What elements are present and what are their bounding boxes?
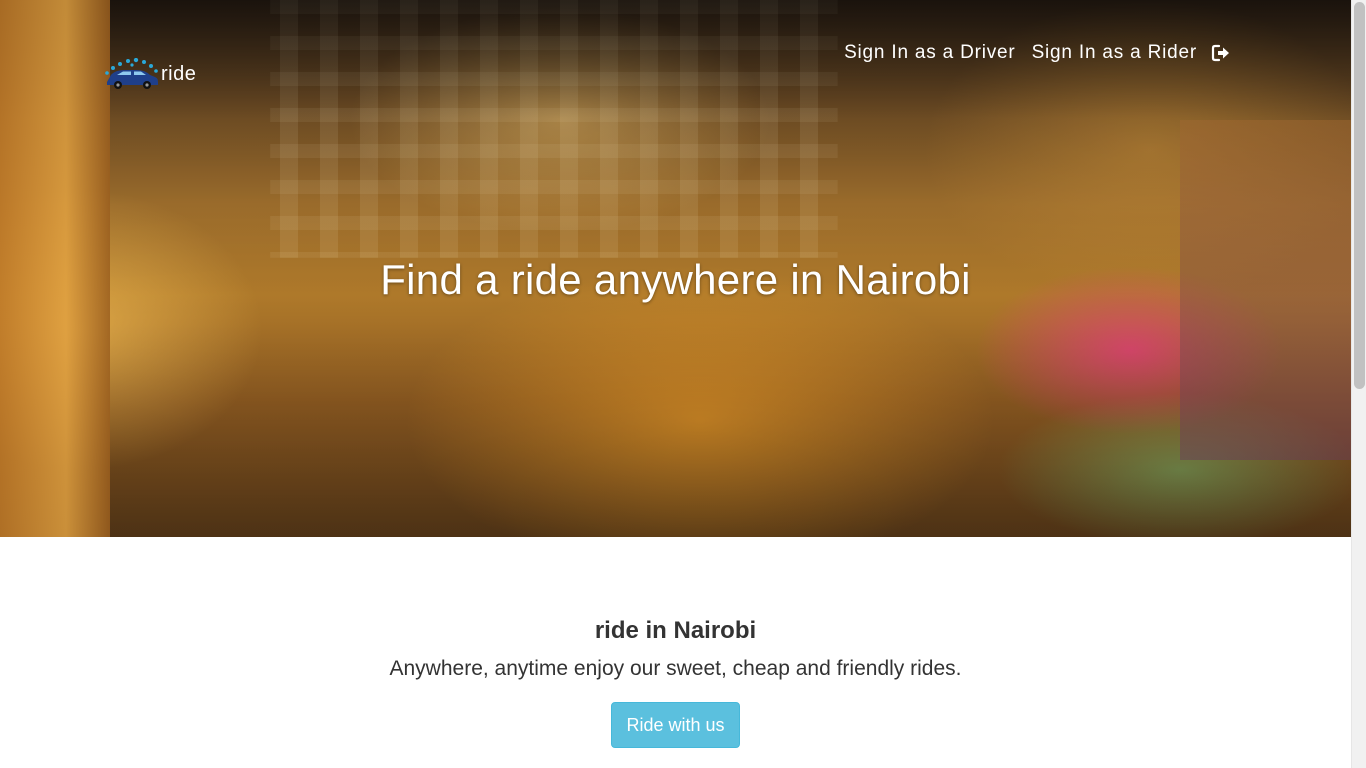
ride-with-us-button[interactable]: Ride with us	[611, 702, 740, 748]
brand-name: ride	[161, 62, 197, 85]
nav-links: Sign In as a Driver Sign In as a Rider	[828, 42, 1231, 64]
about-subtitle: Anywhere, anytime enjoy our sweet, cheap…	[389, 657, 962, 680]
scrollbar-thumb[interactable]	[1354, 2, 1365, 389]
car-logo-icon	[105, 58, 158, 89]
hero-title: Find a ride anywhere in Nairobi	[380, 256, 971, 303]
driver-signin-link[interactable]: Sign In as a Driver	[844, 42, 1016, 64]
about-section: ride in Nairobi Anywhere, anytime enjoy …	[0, 537, 1351, 768]
brand-link[interactable]: ride	[103, 58, 196, 90]
sign-out-icon[interactable]	[1211, 43, 1231, 63]
about-title: ride in Nairobi	[594, 617, 757, 644]
vertical-scrollbar[interactable]	[1351, 0, 1366, 768]
rider-signin-link[interactable]: Sign In as a Rider	[1032, 42, 1197, 64]
navbar: ride Sign In as a Driver Sign In as a Ri…	[0, 0, 1351, 110]
